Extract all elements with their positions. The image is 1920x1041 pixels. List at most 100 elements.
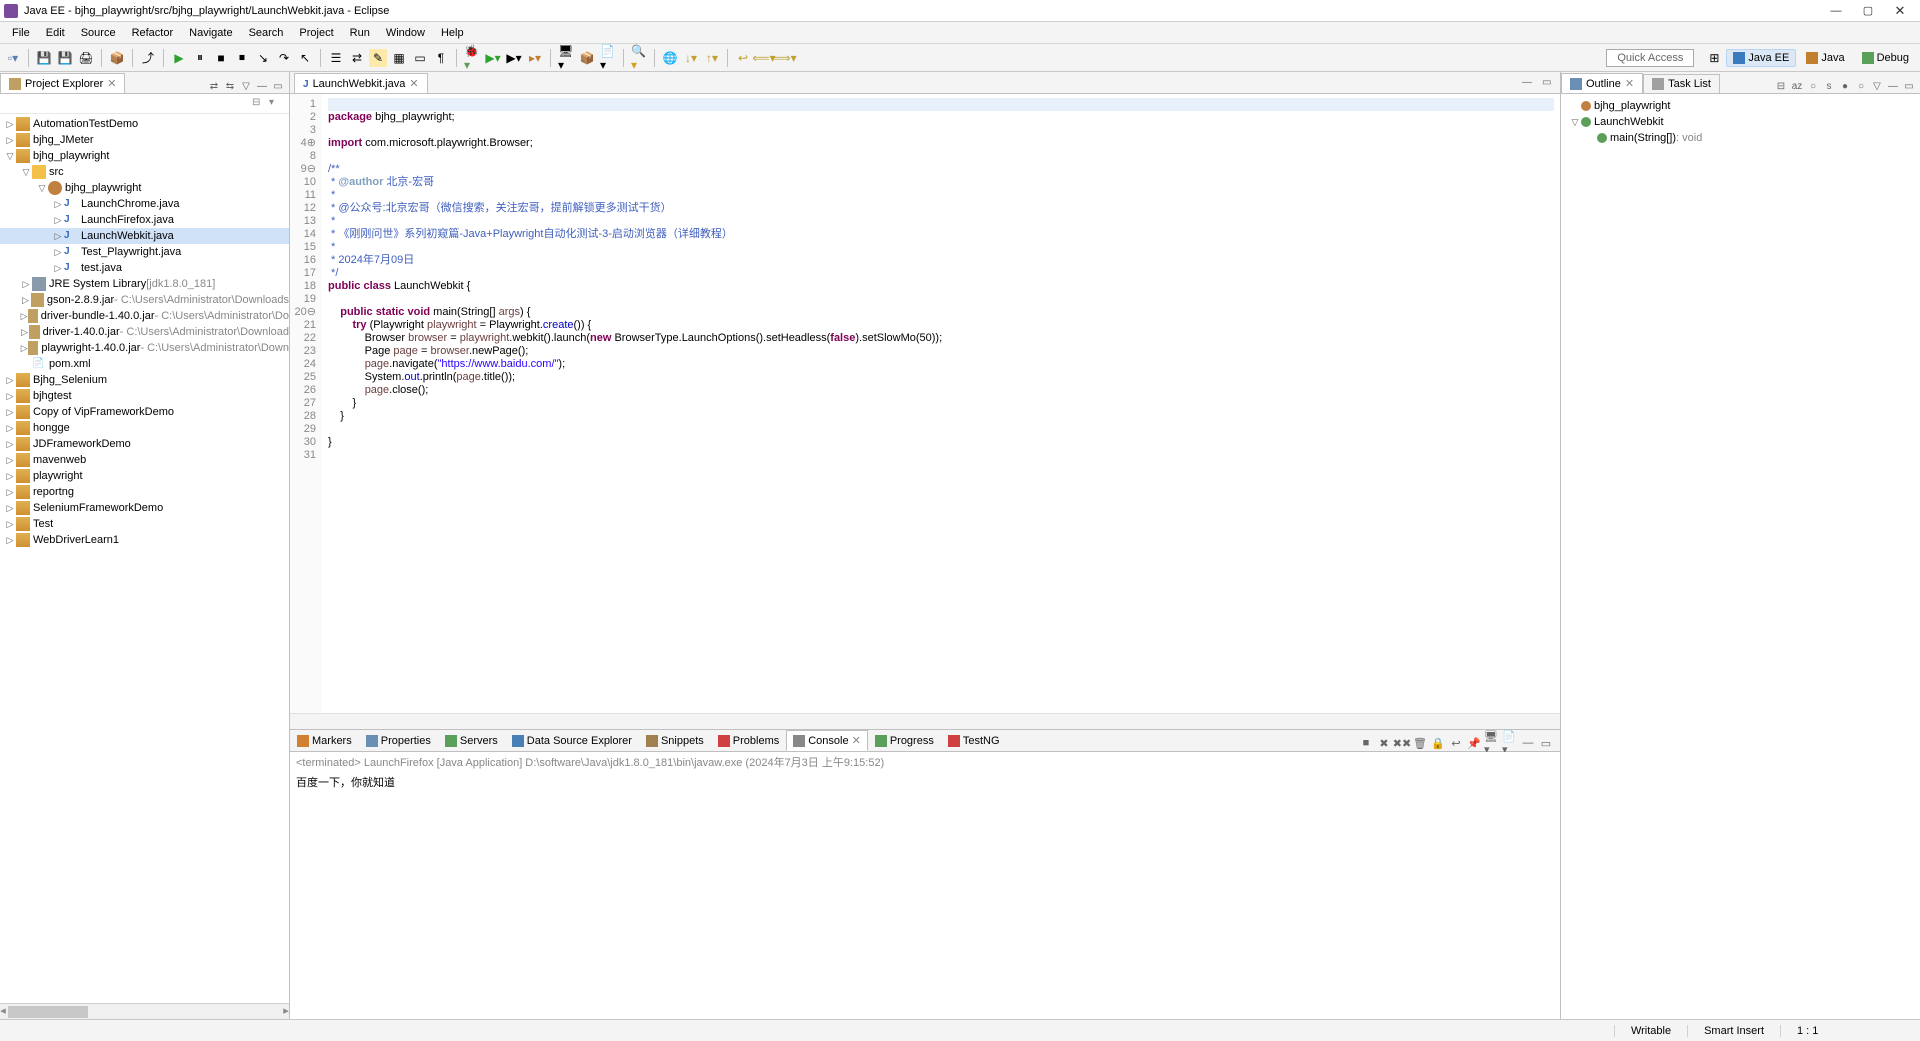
open-perspective-button[interactable]: ⊞: [1705, 49, 1723, 67]
console-min-icon[interactable]: —: [1520, 735, 1536, 751]
project-tree[interactable]: ▷AutomationTestDemo▷bjhg_JMeter▽bjhg_pla…: [0, 114, 289, 550]
console-display-icon[interactable]: 🖥▾: [1484, 735, 1500, 751]
menu-edit[interactable]: Edit: [38, 27, 73, 39]
search-button[interactable]: 🔍▾: [630, 49, 648, 67]
print-button[interactable]: 🖨: [77, 49, 95, 67]
debug-button[interactable]: 🐞▾: [463, 49, 481, 67]
expander-icon[interactable]: ▷: [4, 375, 16, 386]
editor-scrollbar-h[interactable]: [290, 713, 1560, 729]
outline-hide-fields-icon[interactable]: ○: [1806, 79, 1820, 93]
tree-item[interactable]: ▷WebDriverLearn1: [0, 532, 289, 548]
tab-problems[interactable]: Problems: [711, 731, 786, 751]
drop-frame-button[interactable]: ☰: [327, 49, 345, 67]
console-pin-icon[interactable]: 📌: [1466, 735, 1482, 751]
link-editor-icon[interactable]: ⇆: [223, 79, 237, 93]
tree-item[interactable]: ▷Test: [0, 516, 289, 532]
expander-icon[interactable]: ▷: [4, 135, 16, 146]
tree-item[interactable]: ▷driver-1.40.0.jar - C:\Users\Administra…: [0, 324, 289, 340]
menu-window[interactable]: Window: [378, 27, 433, 39]
editor-minimize-icon[interactable]: —: [1522, 77, 1538, 93]
menu-run[interactable]: Run: [342, 27, 378, 39]
quick-access[interactable]: Quick Access: [1606, 49, 1694, 67]
menu-project[interactable]: Project: [291, 27, 341, 39]
next-annotation-button[interactable]: ↓▾: [682, 49, 700, 67]
minimize-view-icon[interactable]: —: [255, 79, 269, 93]
run-button[interactable]: ▶▾: [484, 49, 502, 67]
tree-item[interactable]: ▷AutomationTestDemo: [0, 116, 289, 132]
back-button[interactable]: ⟸▾: [755, 49, 773, 67]
perspective-javaee[interactable]: Java EE: [1726, 49, 1796, 67]
tab-console[interactable]: Console ✕: [786, 730, 868, 751]
menu-source[interactable]: Source: [73, 27, 124, 39]
project-explorer-tab[interactable]: Project Explorer ✕: [0, 73, 125, 93]
expander-icon[interactable]: ▷: [4, 535, 16, 546]
editor-maximize-icon[interactable]: ▭: [1542, 77, 1558, 93]
terminate-button[interactable]: ■: [212, 49, 230, 67]
tab-snippets[interactable]: Snippets: [639, 731, 711, 751]
outline-min-icon[interactable]: —: [1886, 79, 1900, 93]
tree-item[interactable]: ▷playwright-1.40.0.jar - C:\Users\Admini…: [0, 340, 289, 356]
close-tab-icon[interactable]: ✕: [852, 734, 861, 747]
disconnect-button[interactable]: ⏹: [233, 49, 251, 67]
tree-item[interactable]: ▽bjhg_playwright: [0, 180, 289, 196]
forward-button[interactable]: ⟹▾: [776, 49, 794, 67]
tab-markers[interactable]: Markers: [290, 731, 359, 751]
outline-menu-icon[interactable]: ▽: [1870, 79, 1884, 93]
expander-icon[interactable]: ▷: [20, 327, 29, 338]
resume-button[interactable]: ▶: [170, 49, 188, 67]
build-button[interactable]: 📦: [108, 49, 126, 67]
console-output[interactable]: 百度一下，你就知道: [290, 772, 1560, 1019]
maximize-button[interactable]: ▢: [1852, 2, 1884, 20]
tab-testng[interactable]: TestNG: [941, 731, 1007, 751]
close-button[interactable]: ✕: [1884, 2, 1916, 20]
suspend-button[interactable]: ⏸: [191, 49, 209, 67]
tree-item[interactable]: ▷LaunchFirefox.java: [0, 212, 289, 228]
tree-item[interactable]: ▷mavenweb: [0, 452, 289, 468]
expander-icon[interactable]: ▷: [4, 407, 16, 418]
tree-item[interactable]: ▷hongge: [0, 420, 289, 436]
expander-icon[interactable]: ▷: [52, 199, 64, 210]
tree-item[interactable]: ▷test.java: [0, 260, 289, 276]
new-server-button[interactable]: 🖥▾: [557, 49, 575, 67]
expander-icon[interactable]: ▽: [1569, 117, 1581, 128]
outline-item[interactable]: main(String[]) : void: [1565, 130, 1916, 146]
expander-icon[interactable]: ▷: [4, 519, 16, 530]
tree-item[interactable]: ▷JDFrameworkDemo: [0, 436, 289, 452]
code-editor[interactable]: 1234⊕89⊖1011121314151617181920⊖212223242…: [290, 94, 1560, 713]
console-remove-all-icon[interactable]: ✖✖: [1394, 735, 1410, 751]
tree-item[interactable]: ▷JRE System Library [jdk1.8.0_181]: [0, 276, 289, 292]
expander-icon[interactable]: ▷: [20, 279, 32, 290]
outline-sort-icon[interactable]: az: [1790, 79, 1804, 93]
tab-progress[interactable]: Progress: [868, 731, 941, 751]
tasklist-tab[interactable]: Task List: [1643, 74, 1720, 93]
step-into-button[interactable]: ↘: [254, 49, 272, 67]
perspective-debug[interactable]: Debug: [1855, 49, 1916, 67]
expander-icon[interactable]: ▷: [4, 423, 16, 434]
save-all-button[interactable]: 💾: [56, 49, 74, 67]
outline-hide-nonpublic-icon[interactable]: ●: [1838, 79, 1852, 93]
tree-item[interactable]: ▽src: [0, 164, 289, 180]
tree-item[interactable]: ▷Test_Playwright.java: [0, 244, 289, 260]
expander-icon[interactable]: ▷: [20, 311, 28, 322]
outline-hide-local-icon[interactable]: ○: [1854, 79, 1868, 93]
tree-item[interactable]: ▷playwright: [0, 468, 289, 484]
console-terminate-icon[interactable]: ■: [1358, 735, 1374, 751]
close-outline-icon[interactable]: ✕: [1625, 77, 1634, 90]
coverage-button[interactable]: ▶▾: [505, 49, 523, 67]
tree-item[interactable]: ▽bjhg_playwright: [0, 148, 289, 164]
tree-item[interactable]: ▷LaunchWebkit.java: [0, 228, 289, 244]
expander-icon[interactable]: ▷: [4, 455, 16, 466]
tree-item[interactable]: ▷gson-2.8.9.jar - C:\Users\Administrator…: [0, 292, 289, 308]
view-menu-icon[interactable]: ▽: [239, 79, 253, 93]
new-jpa-button[interactable]: 📦: [578, 49, 596, 67]
expander-icon[interactable]: ▷: [20, 295, 31, 306]
outline-item[interactable]: bjhg_playwright: [1565, 98, 1916, 114]
tree-item[interactable]: pom.xml: [0, 356, 289, 372]
save-button[interactable]: 💾: [35, 49, 53, 67]
outline-tab[interactable]: Outline ✕: [1561, 73, 1643, 93]
menu-refactor[interactable]: Refactor: [124, 27, 182, 39]
console-open-icon[interactable]: 📄▾: [1502, 735, 1518, 751]
last-edit-button[interactable]: ↩: [734, 49, 752, 67]
use-step-filters-button[interactable]: ⇄: [348, 49, 366, 67]
editor-tab-launchwebkit[interactable]: LaunchWebkit.java ✕: [294, 73, 428, 93]
